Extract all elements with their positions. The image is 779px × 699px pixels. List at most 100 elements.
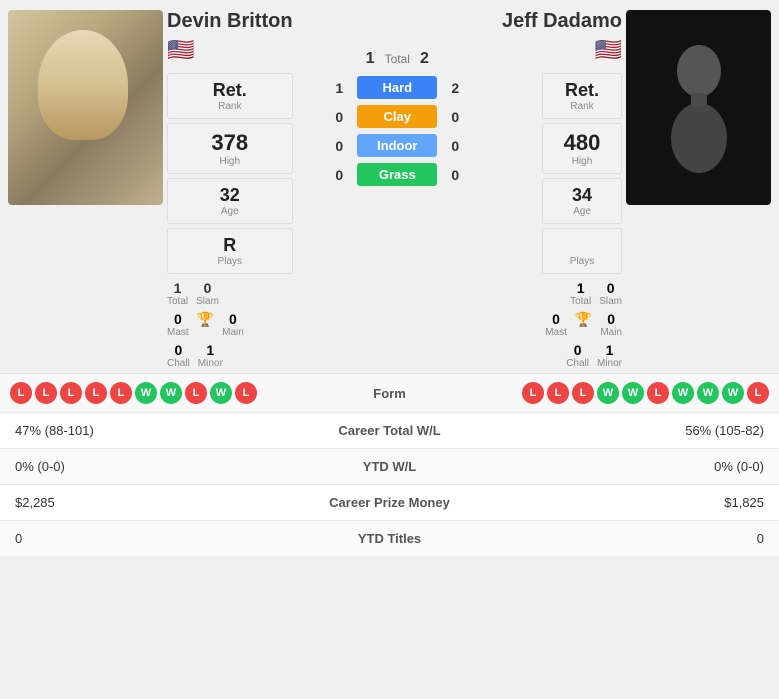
right-player-photo: [626, 10, 771, 205]
stats-row-right-0: 56% (105-82): [490, 423, 765, 438]
form-badge-l: L: [235, 382, 257, 404]
left-chall-minor: 0 Chall 1 Minor: [167, 342, 293, 369]
left-plays-label: Plays: [218, 256, 242, 267]
form-label: Form: [261, 386, 518, 401]
left-age-label: Age: [221, 206, 239, 217]
form-badge-w: W: [697, 382, 719, 404]
stats-row-center-2: Career Prize Money: [290, 495, 490, 510]
left-main-label: Main: [222, 327, 244, 338]
stats-rows: 47% (88-101)Career Total W/L56% (105-82)…: [0, 412, 779, 556]
form-badge-w: W: [672, 382, 694, 404]
stats-row-left-0: 47% (88-101): [15, 423, 290, 438]
left-total-stat: 1 Total: [167, 280, 188, 307]
left-total-value: 1: [174, 280, 182, 296]
indoor-right: 0: [445, 138, 465, 154]
form-badge-l: L: [647, 382, 669, 404]
hard-right: 2: [445, 80, 465, 96]
player-comparison-row: Devin Britton 🇺🇸 Ret. Rank 378 High 32 A…: [0, 0, 779, 373]
stats-row-center-1: YTD W/L: [290, 459, 490, 474]
left-form-badges: LLLLLWWLWL: [10, 382, 257, 404]
total-row: 1 Total 2: [293, 10, 502, 68]
left-rank-box: Ret. Rank: [167, 73, 293, 119]
right-player-details: Jeff Dadamo 🇺🇸 Ret. Rank 480 High 34 Age: [502, 10, 622, 369]
right-minor-label: Minor: [597, 358, 622, 369]
stats-row-left-3: 0: [15, 531, 290, 546]
left-main-value: 0: [229, 311, 237, 327]
right-player-flag: 🇺🇸: [595, 37, 622, 63]
right-rank-box: Ret. Rank: [542, 73, 622, 119]
right-minor-value: 1: [606, 342, 614, 358]
left-minor-value: 1: [206, 342, 214, 358]
stats-row-3: 0YTD Titles0: [0, 520, 779, 556]
left-slam-stat: 0 Slam: [196, 280, 219, 307]
form-badge-w: W: [597, 382, 619, 404]
left-minor-label: Minor: [198, 358, 223, 369]
left-mast-stat: 0 Mast: [167, 311, 189, 338]
right-high-box: 480 High: [542, 123, 622, 174]
form-badge-l: L: [85, 382, 107, 404]
hard-left: 1: [329, 80, 349, 96]
left-chall-stat: 0 Chall: [167, 342, 190, 369]
indoor-row: 0 Indoor 0: [293, 134, 502, 157]
right-slam-label: Slam: [599, 296, 622, 307]
right-player-section: Jeff Dadamo 🇺🇸 Ret. Rank 480 High 34 Age: [502, 10, 771, 369]
left-plays-value: R: [223, 235, 236, 256]
form-badge-w: W: [622, 382, 644, 404]
right-slam-stat: 0 Slam: [599, 280, 622, 307]
right-rank-ret: Ret.: [565, 80, 599, 101]
form-badge-l: L: [547, 382, 569, 404]
left-minor-stat: 1 Minor: [198, 342, 223, 369]
form-badge-l: L: [60, 382, 82, 404]
left-player-photo: [8, 10, 163, 205]
form-badge-w: W: [160, 382, 182, 404]
right-form-badges: LLLWWLWWWL: [522, 382, 769, 404]
left-age-box: 32 Age: [167, 178, 293, 224]
stats-row-1: 0% (0-0)YTD W/L0% (0-0): [0, 448, 779, 484]
stats-row-center-3: YTD Titles: [290, 531, 490, 546]
left-mast-value: 0: [174, 311, 182, 327]
stats-row-right-1: 0% (0-0): [490, 459, 765, 474]
right-plays-label: Plays: [570, 256, 594, 267]
form-badge-w: W: [135, 382, 157, 404]
right-total-stat: 1 Total: [570, 280, 591, 307]
center-column: 1 Total 2 1 Hard 2 0 Clay 0 0 Indoor 0: [293, 10, 502, 192]
right-plays-value: [579, 235, 584, 256]
trophy-icon-right: 🏆: [575, 311, 592, 328]
grass-badge: Grass: [357, 163, 437, 186]
form-badge-l: L: [747, 382, 769, 404]
left-small-stats: 1 Total 0 Slam: [167, 280, 293, 307]
right-main-stat: 0 Main: [600, 311, 622, 338]
left-slam-label: Slam: [196, 296, 219, 307]
indoor-badge: Indoor: [357, 134, 437, 157]
right-main-value: 0: [607, 311, 615, 327]
left-player-name: Devin Britton: [167, 10, 293, 33]
clay-badge: Clay: [357, 105, 437, 128]
left-main-stat: 0 Main: [222, 311, 244, 338]
form-badge-l: L: [185, 382, 207, 404]
stats-row-left-2: $2,285: [15, 495, 290, 510]
right-age-box: 34 Age: [542, 178, 622, 224]
right-mast-stat: 0 Mast: [545, 311, 567, 338]
stats-row-2: $2,285Career Prize Money$1,825: [0, 484, 779, 520]
right-total-label: Total: [570, 296, 591, 307]
left-rank-sub: Rank: [218, 101, 241, 112]
total-label: Total: [385, 52, 410, 66]
form-badge-l: L: [110, 382, 132, 404]
right-high-label: High: [572, 156, 593, 167]
left-mast-main: 0 Mast 🏆 0 Main: [167, 311, 293, 338]
left-high-value: 378: [211, 130, 248, 156]
right-mast-value: 0: [552, 311, 560, 327]
trophy-icon-left: 🏆: [197, 311, 214, 328]
right-age-label: Age: [573, 206, 591, 217]
left-rank-ret: Ret.: [213, 80, 247, 101]
right-name-flag: Jeff Dadamo 🇺🇸: [502, 10, 622, 69]
page-container: Devin Britton 🇺🇸 Ret. Rank 378 High 32 A…: [0, 0, 779, 556]
stats-row-right-3: 0: [490, 531, 765, 546]
left-player-details: Devin Britton 🇺🇸 Ret. Rank 378 High 32 A…: [167, 10, 293, 369]
stats-row-0: 47% (88-101)Career Total W/L56% (105-82): [0, 412, 779, 448]
right-trophy: 🏆: [575, 311, 592, 338]
right-chall-stat: 0 Chall: [566, 342, 589, 369]
silhouette-svg: [659, 43, 739, 173]
total-right: 2: [420, 50, 429, 68]
left-name-flag: Devin Britton 🇺🇸: [167, 10, 293, 69]
